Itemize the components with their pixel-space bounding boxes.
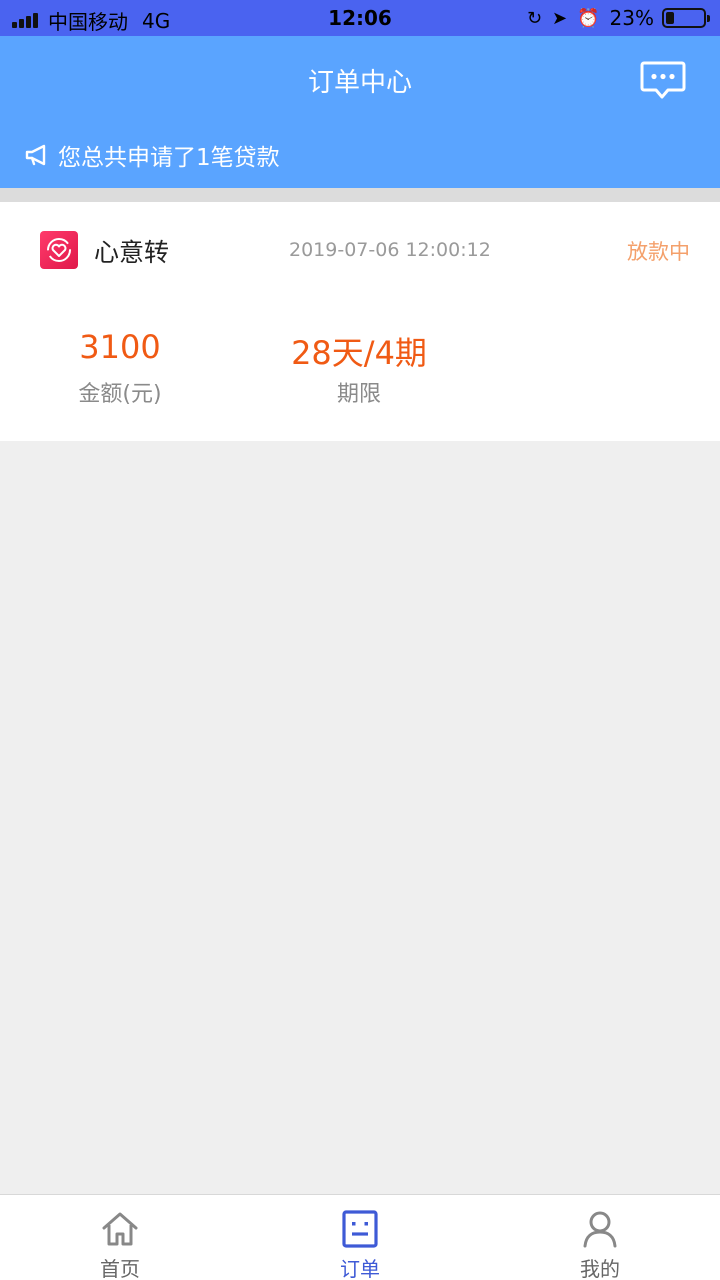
product-logo — [40, 231, 78, 269]
rotation-lock-icon: ↻ — [526, 7, 543, 29]
battery-icon — [662, 8, 710, 28]
message-button[interactable] — [640, 60, 686, 100]
tab-orders[interactable]: 订单 — [240, 1195, 480, 1280]
heart-exchange-icon — [47, 238, 71, 262]
header: 订单中心 您总共申请了1笔贷款 — [0, 36, 720, 188]
notice-text: 您总共申请了1笔贷款 — [58, 145, 280, 171]
tab-bar: 首页 订单 我的 — [0, 1194, 720, 1280]
section-divider — [0, 188, 720, 202]
amount-label: 金额(元) — [78, 382, 162, 407]
product-name: 心意转 — [94, 238, 170, 267]
tab-profile[interactable]: 我的 — [480, 1195, 720, 1280]
term-value: 28天/4期 — [291, 334, 427, 372]
status-badge: 放款中 — [627, 240, 690, 264]
message-icon — [640, 61, 686, 99]
order-icon — [342, 1210, 378, 1248]
status-bar: 中国移动 4G 12:06 ↻ ➤ ⏰ 23% — [0, 0, 720, 36]
battery-fill — [666, 12, 674, 24]
tab-home-label: 首页 — [100, 1257, 140, 1280]
page-title: 订单中心 — [307, 68, 412, 98]
tab-orders-label: 订单 — [340, 1257, 380, 1280]
user-icon — [583, 1211, 617, 1248]
amount-value: 3100 — [79, 328, 161, 366]
order-date: 2019-07-06 12:00:12 — [289, 239, 491, 261]
loan-notice: 您总共申请了1笔贷款 — [24, 138, 280, 172]
tab-home[interactable]: 首页 — [0, 1195, 240, 1280]
megaphone-icon — [25, 144, 46, 166]
alarm-icon: ⏰ — [577, 7, 600, 29]
order-card[interactable]: 心意转 2019-07-06 12:00:12 放款中 3100 金额(元) 2… — [0, 202, 720, 441]
location-icon: ➤ — [552, 7, 568, 29]
battery-percent: 23% — [609, 6, 654, 30]
term-label: 期限 — [336, 382, 381, 407]
home-icon — [102, 1212, 138, 1246]
tab-profile-label: 我的 — [580, 1257, 620, 1280]
